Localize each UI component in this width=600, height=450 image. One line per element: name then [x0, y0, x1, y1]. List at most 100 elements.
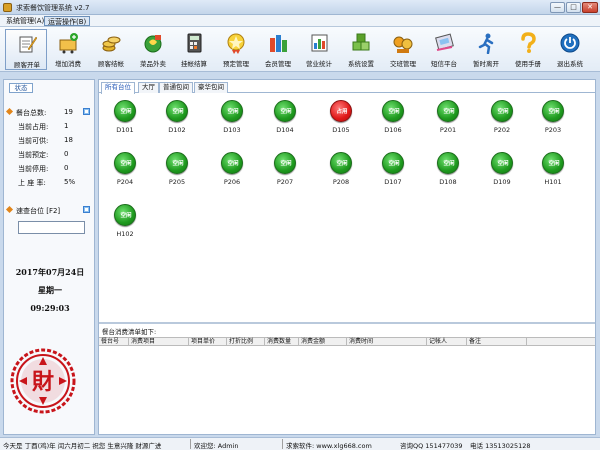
column-header[interactable]: 备注	[467, 338, 527, 346]
menu-system[interactable]: 系统管理(A)	[3, 16, 47, 26]
left-panel: 状态 餐台总数: 19 当前占用: 1 当前可供: 18 当前预定: 0 当前停…	[3, 79, 95, 435]
stats-refresh-icon[interactable]	[83, 108, 90, 115]
table-item[interactable]: 空闲 D107	[367, 151, 419, 197]
table-name: P203	[544, 126, 562, 134]
toolbar-button-3[interactable]: 顾客结帐	[90, 29, 132, 70]
free-table-icon: 空闲	[114, 100, 136, 122]
table-state: 空闲	[227, 161, 239, 167]
table-name: P206	[223, 178, 241, 186]
table-item[interactable]: 空闲 H102	[99, 203, 151, 249]
table-state: 空闲	[120, 161, 132, 167]
table-item[interactable]: 空闲 P202	[476, 99, 528, 145]
quick-search-input[interactable]	[18, 221, 85, 234]
area-tabs: 所有台位 大厅 普通包间 豪华包间	[99, 82, 595, 94]
table-item[interactable]: 占用 D105	[315, 99, 367, 145]
toolbar-button-2[interactable]: 增加消费	[47, 29, 89, 70]
toolbar-button-14[interactable]: 退出系统	[549, 29, 591, 70]
quick-search-button-icon[interactable]	[83, 206, 90, 213]
toolbar: 顾客开单 增加消费 顾客结帐 菜品外卖 挂帐结算 预定管理 会员管理 营业统计 系统设置 交班管理…	[0, 27, 600, 72]
tab-normal-room[interactable]: 普通包间	[159, 82, 193, 93]
menu-operations[interactable]: 运营操作(B)	[44, 16, 91, 26]
table-name: D103	[223, 126, 241, 134]
toolbar-label: 交班管理	[390, 60, 416, 68]
table-item[interactable]: 空闲 P206	[206, 151, 258, 197]
stats-title: 餐台总数:	[16, 109, 47, 117]
table-name: D108	[439, 178, 457, 186]
toolbar-label: 使用手册	[515, 60, 541, 68]
table-item[interactable]: 空闲 D109	[476, 151, 528, 197]
bar-chart-icon	[311, 34, 328, 52]
column-header[interactable]: 消费金额	[299, 338, 347, 346]
free-table-icon: 空闲	[330, 152, 352, 174]
toolbar-label: 菜品外卖	[140, 60, 166, 68]
table-item[interactable]: 空闲 D104	[259, 99, 311, 145]
free-table-icon: 空闲	[437, 100, 459, 122]
free-table-icon: 空闲	[491, 152, 513, 174]
consumption-title: 餐台消费清单如下:	[102, 328, 157, 336]
table-item[interactable]: 空闲 P204	[99, 151, 151, 197]
right-panel: 所有台位 大厅 普通包间 豪华包间 空闲 D101 空闲 D102 空闲 D103 空闲 D1…	[98, 79, 596, 435]
toolbar-button-11[interactable]: 短信平台	[423, 29, 465, 70]
column-header[interactable]: 打折比例	[227, 338, 265, 346]
table-item[interactable]: 空闲 P207	[259, 151, 311, 197]
table-item[interactable]: 空闲 P203	[527, 99, 579, 145]
table-item[interactable]: 空闲 D102	[151, 99, 203, 145]
tab-luxury-room[interactable]: 豪华包间	[194, 82, 228, 93]
status-qq: 咨询QQ 151477039	[400, 442, 463, 450]
tab-all-tables[interactable]: 所有台位	[101, 82, 135, 94]
current-weekday: 星期一	[38, 285, 62, 295]
table-item[interactable]: 空闲 P205	[151, 151, 203, 197]
table-item[interactable]: 空闲 H101	[527, 151, 579, 197]
toolbar-button-1[interactable]: 顾客开单	[5, 29, 47, 70]
column-header[interactable]: 消费时间	[347, 338, 427, 346]
stats-header: 餐台总数:	[5, 107, 47, 118]
toolbar-button-13[interactable]: 使用手册	[507, 29, 549, 70]
toolbar-label: 营业统计	[306, 60, 332, 68]
toolbar-button-6[interactable]: 预定管理	[215, 29, 257, 70]
toolbar-label: 暂时离开	[473, 60, 499, 68]
star-badge-icon	[227, 33, 245, 54]
free-table-icon: 空闲	[274, 152, 296, 174]
tab-hall[interactable]: 大厅	[138, 82, 159, 93]
table-name: H101	[544, 178, 562, 186]
column-header[interactable]: 消费项目	[129, 338, 189, 346]
table-item[interactable]: 空闲 P201	[422, 99, 474, 145]
table-item[interactable]: 空闲 P208	[315, 151, 367, 197]
status-tab[interactable]: 状态	[9, 83, 33, 93]
table-state: 空闲	[443, 109, 455, 115]
column-header[interactable]: 餐台号	[99, 338, 129, 346]
table-name: P207	[276, 178, 294, 186]
diamond-bullet-icon	[5, 205, 14, 214]
toolbar-button-5[interactable]: 挂帐结算	[173, 29, 215, 70]
table-state: 空闲	[172, 161, 184, 167]
toolbar-button-9[interactable]: 系统设置	[340, 29, 382, 70]
free-table-icon: 空闲	[382, 152, 404, 174]
table-item[interactable]: 空闲 D106	[367, 99, 419, 145]
stat-occupancy-value: 5%	[64, 178, 76, 186]
column-header[interactable]: 消费数量	[265, 338, 299, 346]
app-icon	[3, 3, 12, 12]
minimize-button[interactable]: —	[550, 2, 565, 13]
window-title: 求索餐饮管理系统 v2.7	[16, 4, 90, 12]
column-header[interactable]: 项目单价	[189, 338, 227, 346]
toolbar-button-8[interactable]: 营业统计	[298, 29, 340, 70]
table-item[interactable]: 空闲 D101	[99, 99, 151, 145]
toolbar-button-4[interactable]: 菜品外卖	[132, 29, 174, 70]
table-name: P205	[168, 178, 186, 186]
free-table-icon: 空闲	[274, 100, 296, 122]
close-button[interactable]: ✕	[582, 2, 598, 13]
toolbar-button-12[interactable]: 暂时离开	[465, 29, 507, 70]
consumption-list[interactable]	[99, 346, 595, 434]
table-item[interactable]: 空闲 D108	[422, 151, 474, 197]
status-divider	[190, 439, 191, 449]
column-header[interactable]: 记帐人	[427, 338, 467, 346]
stat-available-value: 18	[64, 136, 73, 144]
toolbar-button-10[interactable]: 交班管理	[382, 29, 424, 70]
panel-splitter[interactable]	[99, 322, 595, 324]
maximize-button[interactable]: □	[566, 2, 581, 13]
table-item[interactable]: 空闲 D103	[206, 99, 258, 145]
toolbar-button-7[interactable]: 会员管理	[257, 29, 299, 70]
quick-search-title: 速查台位 [F2]	[16, 207, 61, 215]
toolbar-label: 顾客开单	[14, 61, 40, 69]
running-man-icon	[478, 33, 494, 54]
